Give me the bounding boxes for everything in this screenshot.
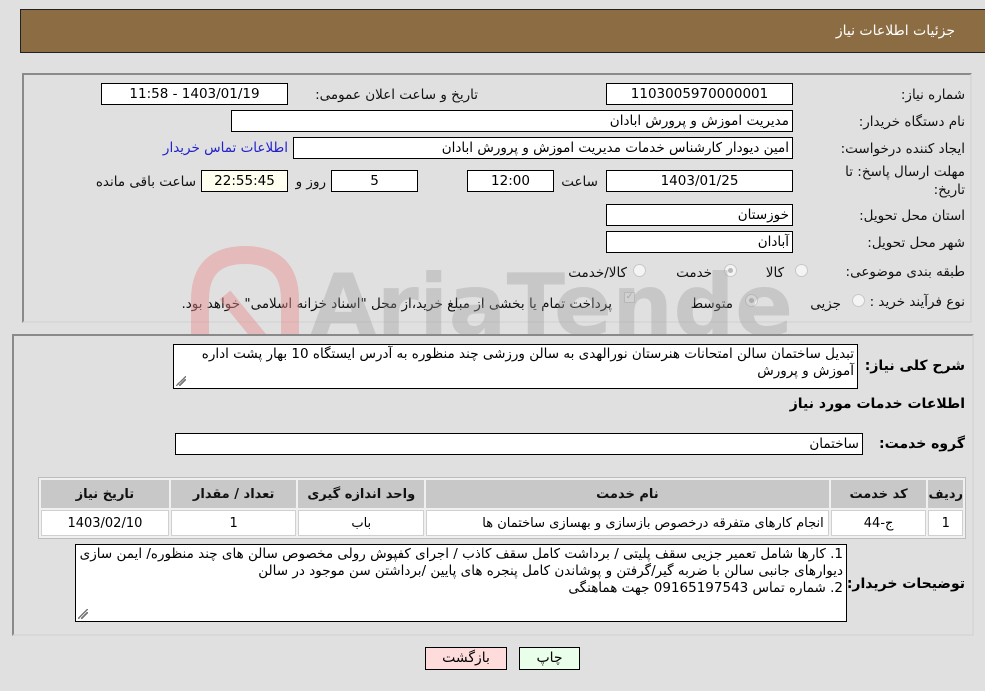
purchase-process-label: نوع فرآیند خرید : (869, 294, 965, 310)
category-option-service: خدمت (676, 265, 712, 281)
process-radio-partial[interactable] (852, 294, 865, 307)
category-option-goods: کالا (765, 265, 784, 281)
deadline-time-label: ساعت (561, 174, 598, 190)
print-button[interactable]: چاپ (519, 647, 580, 670)
remaining-label: ساعت باقی مانده (95, 174, 196, 190)
buyer-notes-label: توضیحات خریدار: (846, 576, 965, 592)
col-header-row-number: ردیف (928, 480, 963, 508)
requester-label: ایجاد کننده درخواست: (840, 141, 965, 157)
requester-field: امین دیودار کارشناس خدمات مدیریت اموزش و… (293, 137, 793, 159)
col-header-unit: واحد اندازه گیری (298, 480, 425, 508)
cell-service-name: انجام کارهای متفرقه درخصوص بازسازی و بهس… (426, 510, 829, 536)
days-label: روز و (295, 174, 326, 190)
category-radio-goods-service[interactable] (633, 264, 646, 277)
category-radio-service[interactable] (724, 264, 737, 277)
service-group-label: گروه خدمت: (879, 436, 965, 452)
category-radio-goods[interactable] (795, 264, 808, 277)
need-number-label: شماره نیاز: (900, 87, 965, 103)
process-option-medium: متوسط (690, 296, 733, 312)
announce-datetime-label: تاریخ و ساعت اعلان عمومی: (315, 87, 478, 103)
service-group-field: ساختمان (175, 433, 863, 455)
cell-row-number: 1 (928, 510, 963, 536)
deadline-time-field: 12:00 (467, 170, 554, 192)
process-option-partial: جزیی (810, 296, 841, 312)
col-header-need-date: تاریخ نیاز (41, 480, 169, 508)
buyer-org-label: نام دستگاه خریدار: (858, 114, 965, 130)
back-button[interactable]: بازگشت (425, 647, 507, 670)
resize-grip-icon[interactable] (176, 376, 186, 386)
services-section-title: اطلاعات خدمات مورد نیاز (789, 396, 965, 412)
services-table: ردیف کد خدمت نام خدمت واحد اندازه گیری ت… (38, 477, 966, 539)
remaining-time-field: 22:55:45 (201, 170, 288, 192)
cell-service-code: ج-44 (830, 510, 927, 536)
city-label: شهر محل تحویل: (867, 235, 965, 251)
buyer-contact-link[interactable]: اطلاعات تماس خریدار (163, 140, 288, 156)
col-header-quantity: تعداد / مقدار (170, 480, 297, 508)
buyer-org-field: مدیریت اموزش و پرورش ابادان (231, 110, 793, 132)
category-option-goods-service: کالا/خدمت (568, 265, 627, 281)
description-label: شرح کلی نیاز: (864, 358, 965, 374)
table-row: 1 ج-44 انجام کارهای متفرقه درخصوص بازساز… (41, 510, 963, 536)
col-header-service-name: نام خدمت (426, 480, 829, 508)
province-field: خوزستان (606, 204, 793, 226)
province-label: استان محل تحویل: (859, 208, 965, 224)
col-header-service-code: کد خدمت (830, 480, 927, 508)
resize-grip-icon[interactable] (78, 609, 88, 619)
cell-need-date: 1403/02/10 (41, 510, 169, 536)
deadline-label-line1: مهلت ارسال پاسخ: تا (845, 164, 965, 180)
buyer-notes-line-1: 1. کارها شامل تعمیر جزیی سقف پلیتی / برد… (79, 546, 843, 579)
remaining-days-field: 5 (331, 170, 418, 192)
need-number-field: 1103005970000001 (606, 83, 793, 105)
treasury-checkbox[interactable]: ✓ (624, 292, 635, 303)
cell-unit: باب (298, 510, 425, 536)
treasury-note: پرداخت تمام یا بخشی از مبلغ خرید،از محل … (181, 296, 612, 312)
buyer-notes-line-2: 2. شماره تماس 09165197543 جهت هماهنگی (568, 580, 843, 596)
announce-datetime-field: 1403/01/19 - 11:58 (101, 83, 288, 105)
cell-quantity: 1 (170, 510, 297, 536)
page-header: جزئیات اطلاعات نیاز (20, 9, 985, 53)
page-title: جزئیات اطلاعات نیاز (835, 23, 955, 39)
category-label: طبقه بندی موضوعی: (845, 264, 965, 280)
deadline-label-line2: تاریخ: (933, 182, 965, 198)
process-radio-medium[interactable] (745, 294, 758, 307)
description-textarea[interactable]: تبدیل ساختمان سالن امتحانات هنرستان نورا… (173, 344, 858, 389)
buyer-notes-textarea[interactable]: 1. کارها شامل تعمیر جزیی سقف پلیتی / برد… (75, 544, 847, 622)
deadline-date-field: 1403/01/25 (606, 170, 793, 192)
city-field: آبادان (606, 231, 793, 253)
table-header-row: ردیف کد خدمت نام خدمت واحد اندازه گیری ت… (41, 480, 963, 508)
description-text: تبدیل ساختمان سالن امتحانات هنرستان نورا… (201, 346, 854, 379)
